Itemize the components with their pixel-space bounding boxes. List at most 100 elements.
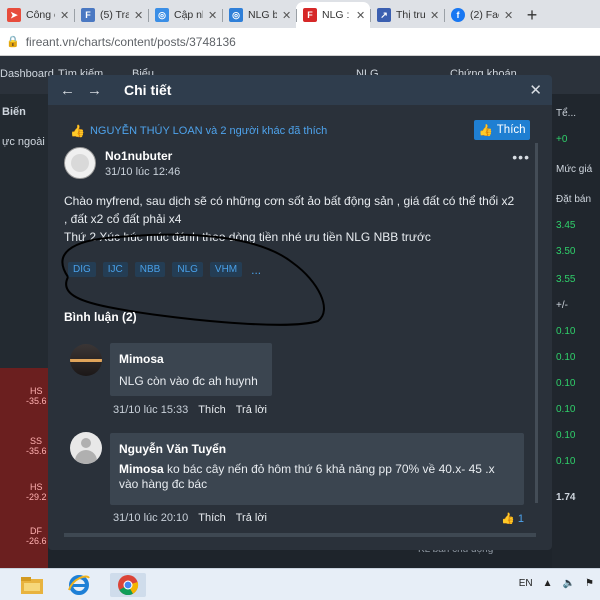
comments-title: Bình luận (2) — [64, 310, 137, 324]
heatmap-value: -35.6 — [26, 396, 47, 406]
comment-text-line: vào hàng đc bác — [119, 477, 208, 491]
close-icon[interactable]: ✕ — [430, 9, 440, 22]
close-icon[interactable]: ✕ — [356, 9, 366, 22]
chrome-icon[interactable] — [110, 573, 146, 597]
nav-dashboard[interactable]: Dashboard — [0, 68, 54, 80]
close-icon[interactable]: ✕ — [60, 9, 70, 22]
back-arrow-icon[interactable]: ← — [60, 82, 75, 99]
comment-like-count[interactable]: 👍 1 — [501, 512, 524, 526]
ticker-tag[interactable]: NLG — [172, 262, 203, 277]
close-icon[interactable]: ✕ — [208, 9, 218, 22]
paper-plane-icon: ➤ — [7, 8, 21, 22]
close-icon[interactable]: ✕ — [282, 9, 292, 22]
post-body-line: Chào myfrend, sau dịch sẽ có những cơn s… — [64, 194, 515, 208]
tab-title: NLG : C — [322, 9, 351, 21]
more-options-icon[interactable]: ••• — [512, 149, 530, 165]
more-tags-button[interactable]: ... — [251, 263, 261, 277]
close-icon[interactable]: ✕ — [504, 9, 514, 22]
thumbs-up-icon: 👍 — [478, 125, 493, 137]
app-heatmap-block: HS -35.6 SS -35.6 HS -29.2 DF -26.6 — [0, 368, 48, 568]
comment-reply-link[interactable]: Trả lời — [236, 512, 267, 524]
right-panel-value: 0.10 — [556, 352, 576, 363]
language-indicator[interactable]: EN — [519, 578, 533, 589]
tab-title: NLG bả — [248, 9, 277, 21]
internet-explorer-icon[interactable] — [65, 573, 93, 597]
chevron-up-icon[interactable]: ▲ — [543, 578, 553, 589]
horizontal-scrollbar[interactable] — [64, 533, 536, 537]
file-explorer-icon[interactable] — [18, 573, 46, 597]
like-button[interactable]: 👍 Thích — [474, 120, 530, 140]
lock-icon[interactable]: 🔒 — [6, 35, 20, 48]
right-panel-value: 3.50 — [556, 246, 576, 257]
close-icon[interactable]: ✕ — [529, 81, 542, 99]
right-panel-value: 3.55 — [556, 274, 576, 285]
comment-mention[interactable]: Mimosa — [119, 462, 164, 476]
browser-tab[interactable]: ➤ Công c ✕ — [0, 2, 74, 28]
browser-tab-strip: ➤ Công c ✕ F (5) Tran ✕ ◎ Cập nhậ ✕ ◎ NL… — [0, 0, 600, 28]
thumbs-up-icon: 👍 — [501, 513, 515, 525]
like-button-label: Thích — [496, 124, 526, 136]
comment-bubble: Mimosa NLG còn vào đc ah huynh — [110, 343, 272, 396]
new-tab-button[interactable]: + — [518, 2, 546, 28]
right-panel-value: +0 — [556, 134, 568, 145]
browser-tab[interactable]: ◎ Cập nhậ ✕ — [148, 2, 222, 28]
vertical-scrollbar[interactable] — [535, 143, 538, 503]
browser-tab[interactable]: F (5) Tran ✕ — [74, 2, 148, 28]
right-panel-value: 1.74 — [556, 492, 576, 503]
browser-tab[interactable]: ↗ Thị trườ ✕ — [370, 2, 444, 28]
forward-arrow-icon[interactable]: → — [87, 82, 102, 99]
likes-text[interactable]: NGUYỄN THÚY LOAN và 2 người khác đã thíc… — [90, 125, 327, 137]
right-panel-label: Đặt bán — [556, 194, 592, 205]
fireant-icon: F — [81, 8, 95, 22]
tab-title: (2) Face — [470, 9, 499, 21]
post-body: Chào myfrend, sau dịch sẽ có những cơn s… — [64, 194, 536, 248]
browser-tab[interactable]: ◎ NLG bả ✕ — [222, 2, 296, 28]
comment-author[interactable]: Nguyễn Văn Tuyển — [119, 442, 226, 456]
tab-title: Thị trườ — [396, 9, 425, 21]
post-body-line: Thứ 2 Xúc húc múc đánh theo dòng tiền nh… — [64, 230, 431, 244]
system-tray: EN ▲ 🔈 ⚑ — [519, 578, 594, 589]
comment-like-link[interactable]: Thích — [198, 512, 226, 524]
comment-text-line: ko bác cây nến đỏ hôm thứ 6 khả năng pp … — [163, 462, 495, 476]
facebook-icon: f — [451, 8, 465, 22]
comment-meta: 31/10 lúc 20:10 Thích Trả lời — [113, 512, 267, 524]
ticker-tag[interactable]: VHM — [209, 262, 243, 277]
browser-tab-active[interactable]: F NLG : C ✕ — [296, 2, 370, 28]
post-time: 31/10 lúc 12:46 — [105, 166, 181, 178]
globe-icon: ◎ — [229, 8, 243, 22]
tab-title: Công c — [26, 9, 55, 21]
avatar[interactable] — [64, 147, 96, 179]
globe-icon: ◎ — [155, 8, 169, 22]
comment-reply-link[interactable]: Trả lời — [236, 404, 267, 416]
right-panel-value: 0.10 — [556, 430, 576, 441]
comment-text: Mimosa ko bác cây nến đỏ hôm thứ 6 khả n… — [119, 462, 519, 492]
left-panel-label[interactable]: ực ngoài — [2, 136, 45, 148]
flag-icon[interactable]: ⚑ — [585, 578, 594, 589]
heatmap-value: -29.2 — [26, 492, 47, 502]
modal-title: Chi tiết — [124, 82, 172, 98]
tab-title: (5) Tran — [100, 9, 129, 21]
app-right-panel: Tể... +0 Mức giá Đặt bán 3.45 3.50 3.55 … — [552, 94, 600, 568]
ticker-tag[interactable]: IJC — [102, 262, 128, 277]
volume-icon[interactable]: 🔈 — [563, 578, 575, 589]
right-panel-label: Tể... — [556, 108, 577, 119]
post-body-line: , đất x2 cổ đất phải x4 — [64, 212, 182, 226]
right-panel-value: 0.10 — [556, 378, 576, 389]
address-bar[interactable]: 🔒 fireant.vn/charts/content/posts/374813… — [0, 28, 600, 56]
browser-tab[interactable]: f (2) Face ✕ — [444, 2, 518, 28]
avatar[interactable] — [70, 432, 102, 464]
comment-like-link[interactable]: Thích — [198, 404, 226, 416]
avatar[interactable] — [70, 344, 102, 376]
comment-time: 31/10 lúc 20:10 — [113, 512, 189, 524]
ticker-tag[interactable]: NBB — [134, 262, 166, 277]
heatmap-value: -26.6 — [26, 536, 47, 546]
windows-taskbar: EN ▲ 🔈 ⚑ — [0, 568, 600, 600]
post-author[interactable]: No1nubuter — [105, 149, 172, 163]
ticker-tag[interactable]: DIG — [68, 262, 96, 277]
close-icon[interactable]: ✕ — [134, 9, 144, 22]
url-text[interactable]: fireant.vn/charts/content/posts/3748136 — [26, 35, 236, 49]
heatmap-code: HS — [30, 386, 43, 396]
comment-author[interactable]: Mimosa — [119, 352, 164, 366]
comment-time: 31/10 lúc 15:33 — [113, 404, 189, 416]
ticker-tags: DIG IJC NBB NLG VHM ... — [68, 262, 261, 277]
